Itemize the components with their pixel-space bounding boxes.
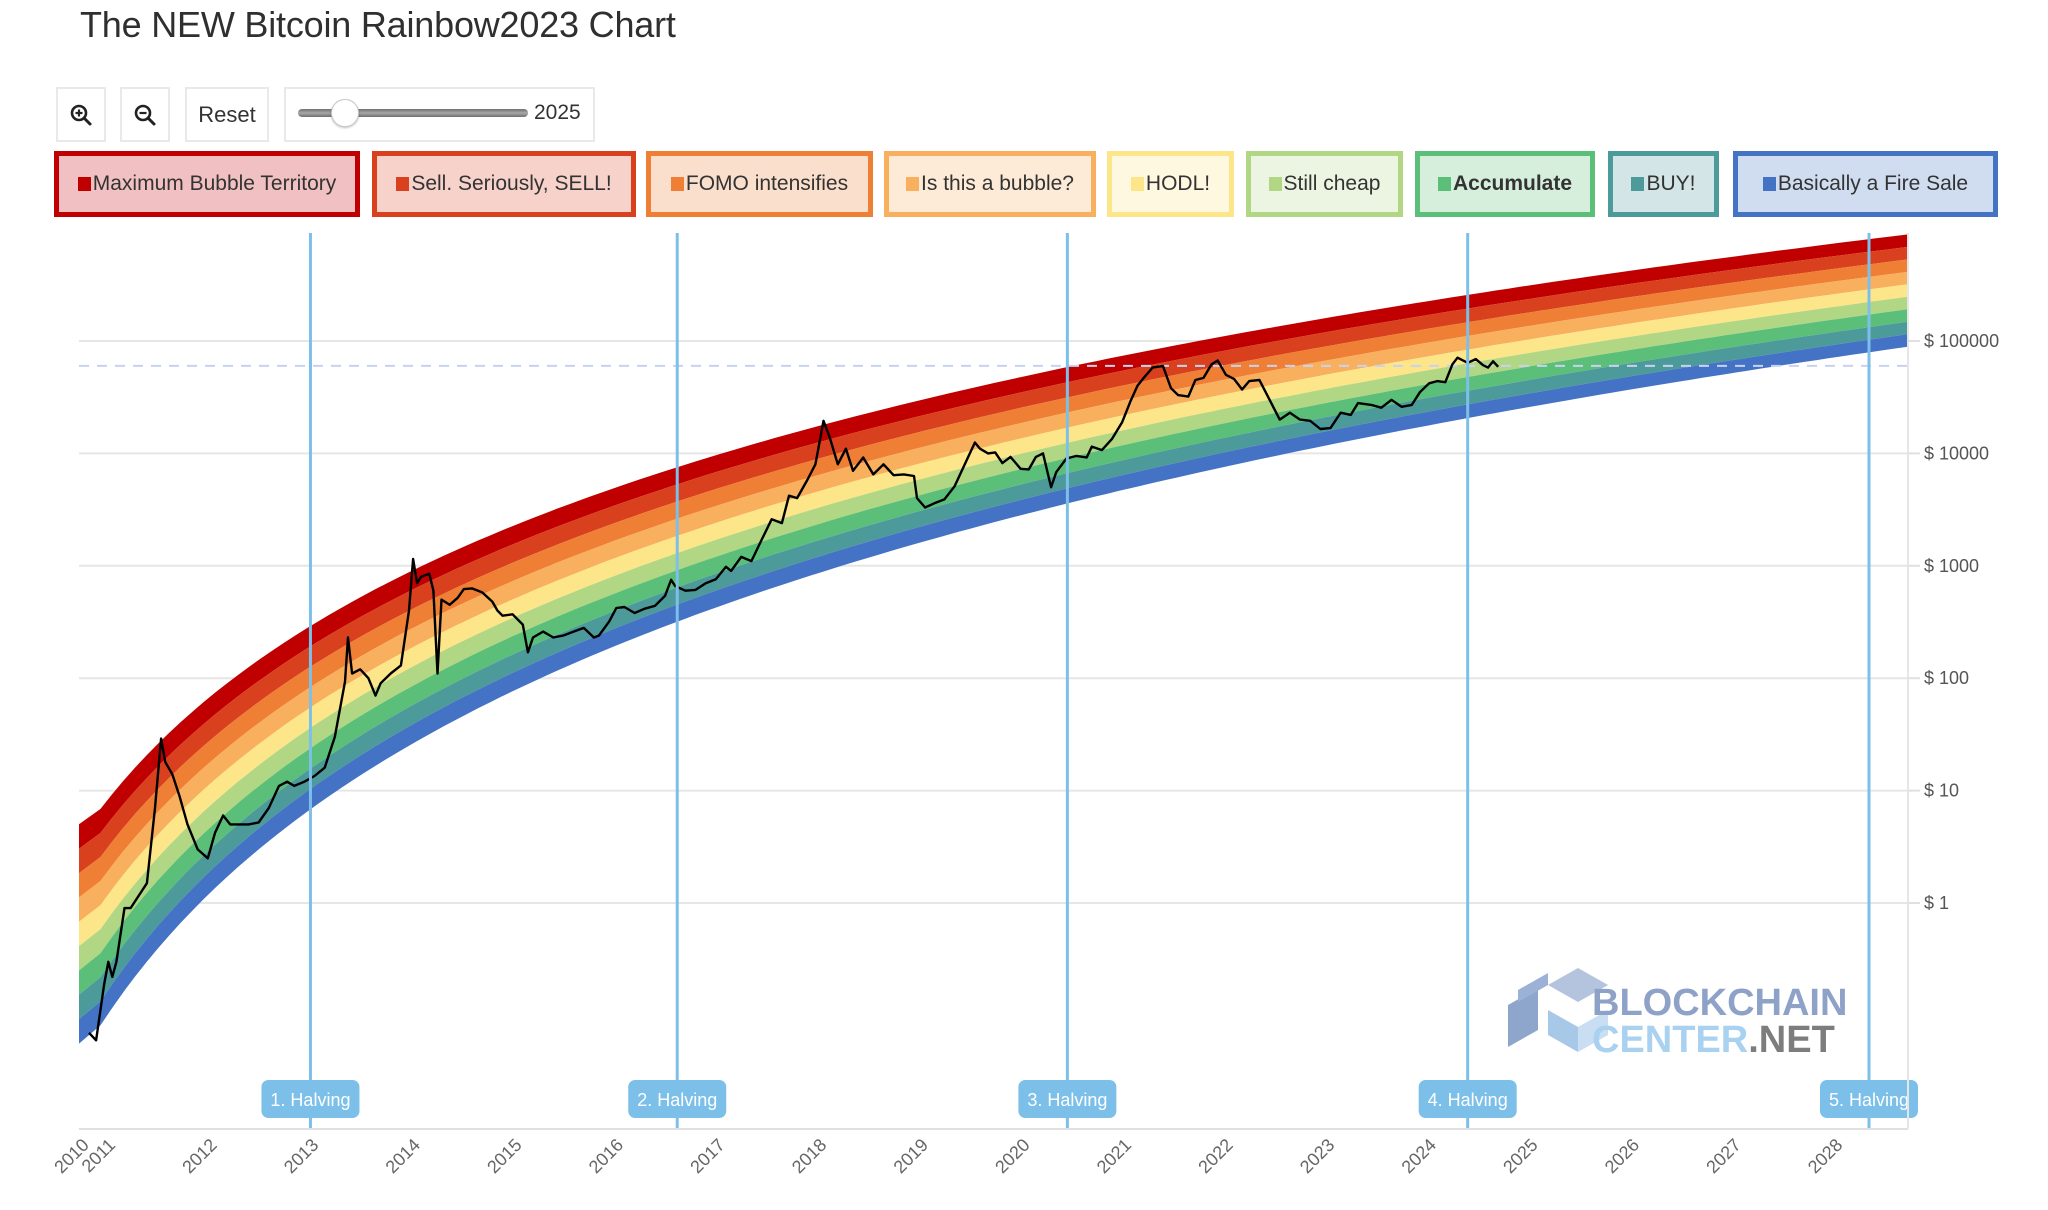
y-tick-label: $ 1000 xyxy=(1924,556,1979,576)
x-tick-label: 2024 xyxy=(1398,1135,1440,1177)
x-tick-label: 2012 xyxy=(178,1135,220,1177)
x-tick-label: 2019 xyxy=(890,1135,932,1177)
halving-label-1: 1. Halving xyxy=(270,1090,350,1110)
y-tick-label: $ 10 xyxy=(1924,781,1959,801)
x-tick-label: 2023 xyxy=(1296,1135,1338,1177)
x-tick-label: 2016 xyxy=(585,1135,627,1177)
x-tick-label: 2028 xyxy=(1804,1135,1846,1177)
y-tick-label: $ 1 xyxy=(1924,893,1949,913)
y-tick-label: $ 10000 xyxy=(1924,443,1989,463)
y-tick-label: $ 100 xyxy=(1924,668,1969,688)
x-tick-label: 2022 xyxy=(1194,1135,1236,1177)
watermark-line2: CENTER.NET xyxy=(1592,1019,1835,1061)
blockchaincenter-watermark: BLOCKCHAIN CENTER.NET xyxy=(1508,968,1847,1061)
y-tick-label: $ 100000 xyxy=(1924,331,1999,351)
halving-label-4: 4. Halving xyxy=(1428,1090,1508,1110)
halving-label-3: 3. Halving xyxy=(1027,1090,1107,1110)
watermark-net: .NET xyxy=(1748,1019,1835,1061)
x-tick-label: 2026 xyxy=(1601,1135,1643,1177)
rainbow-bands xyxy=(79,232,1909,1044)
halving-label-5: 5. Halving xyxy=(1829,1090,1909,1110)
x-tick-label: 2014 xyxy=(382,1135,424,1177)
x-tick-label: 2027 xyxy=(1702,1135,1744,1177)
rainbow-chart: 1. Halving 2. Halving 3. Halving 4. Halving… xyxy=(50,232,1999,1177)
x-tick-label: 2017 xyxy=(686,1135,728,1177)
x-tick-label: 2021 xyxy=(1093,1135,1135,1177)
watermark-line1: BLOCKCHAIN xyxy=(1592,982,1847,1024)
watermark-center: CENTER xyxy=(1592,1019,1748,1061)
halving-label-2: 2. Halving xyxy=(637,1090,717,1110)
x-tick-label: 2013 xyxy=(280,1135,322,1177)
x-tick-label: 2020 xyxy=(991,1135,1033,1177)
x-tick-label: 2015 xyxy=(483,1135,525,1177)
x-tick-label: 2025 xyxy=(1499,1135,1541,1177)
x-tick-label: 2018 xyxy=(788,1135,830,1177)
